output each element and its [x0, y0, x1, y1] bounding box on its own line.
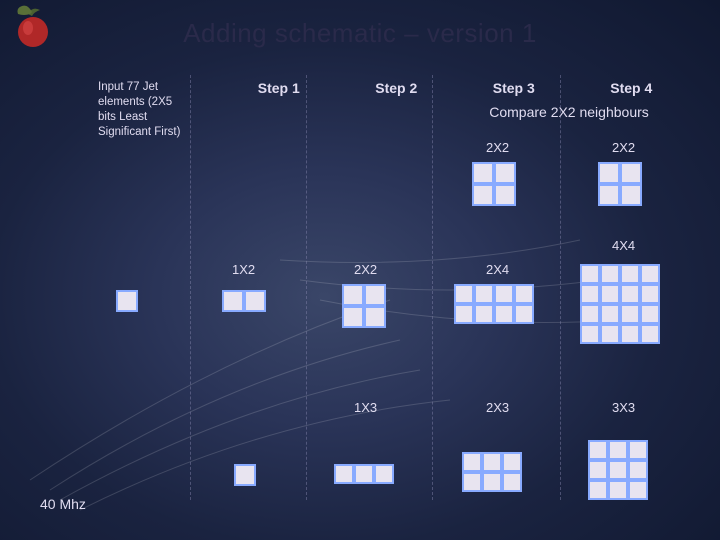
grid-size-label: 1X2 — [232, 262, 255, 277]
grid-2x2 — [598, 162, 642, 206]
column-divider — [306, 75, 307, 500]
grid-size-label: 1X3 — [354, 400, 377, 415]
grid-1x1 — [234, 464, 256, 486]
grid-4x4 — [580, 264, 660, 344]
grid-size-label: 2X2 — [612, 140, 635, 155]
grid-1x1 — [116, 290, 138, 312]
step-header: Step 2 — [338, 80, 456, 96]
grid-size-label: 2X4 — [486, 262, 509, 277]
column-divider — [432, 75, 433, 500]
grid-size-label: 3X3 — [612, 400, 635, 415]
step-header: Step 4 — [573, 80, 691, 96]
input-description: Input 77 Jet elements (2X5 bits Least Si… — [98, 80, 190, 140]
clock-label: 40 Mhz — [40, 496, 86, 512]
grid-size-label: 2X3 — [486, 400, 509, 415]
grid-2x2 — [342, 284, 386, 328]
column-divider — [560, 75, 561, 500]
grid-1x3 — [334, 464, 394, 484]
grid-size-label: 2X2 — [486, 140, 509, 155]
grid-2x3 — [462, 452, 522, 492]
grid-1x2 — [222, 290, 266, 312]
grid-size-label: 4X4 — [612, 238, 635, 253]
step-header: Step 1 — [220, 80, 338, 96]
grid-2x4 — [454, 284, 534, 324]
compare-label: Compare 2X2 neighbours — [458, 104, 680, 120]
grid-size-label: 2X2 — [354, 262, 377, 277]
column-divider — [190, 75, 191, 500]
page-title: Adding schematic – version 1 — [0, 18, 720, 49]
step-headers: Step 1 Step 2 Step 3 Step 4 — [220, 80, 690, 96]
grid-2x2 — [472, 162, 516, 206]
step-header: Step 3 — [455, 80, 573, 96]
grid-3x3 — [588, 440, 648, 500]
